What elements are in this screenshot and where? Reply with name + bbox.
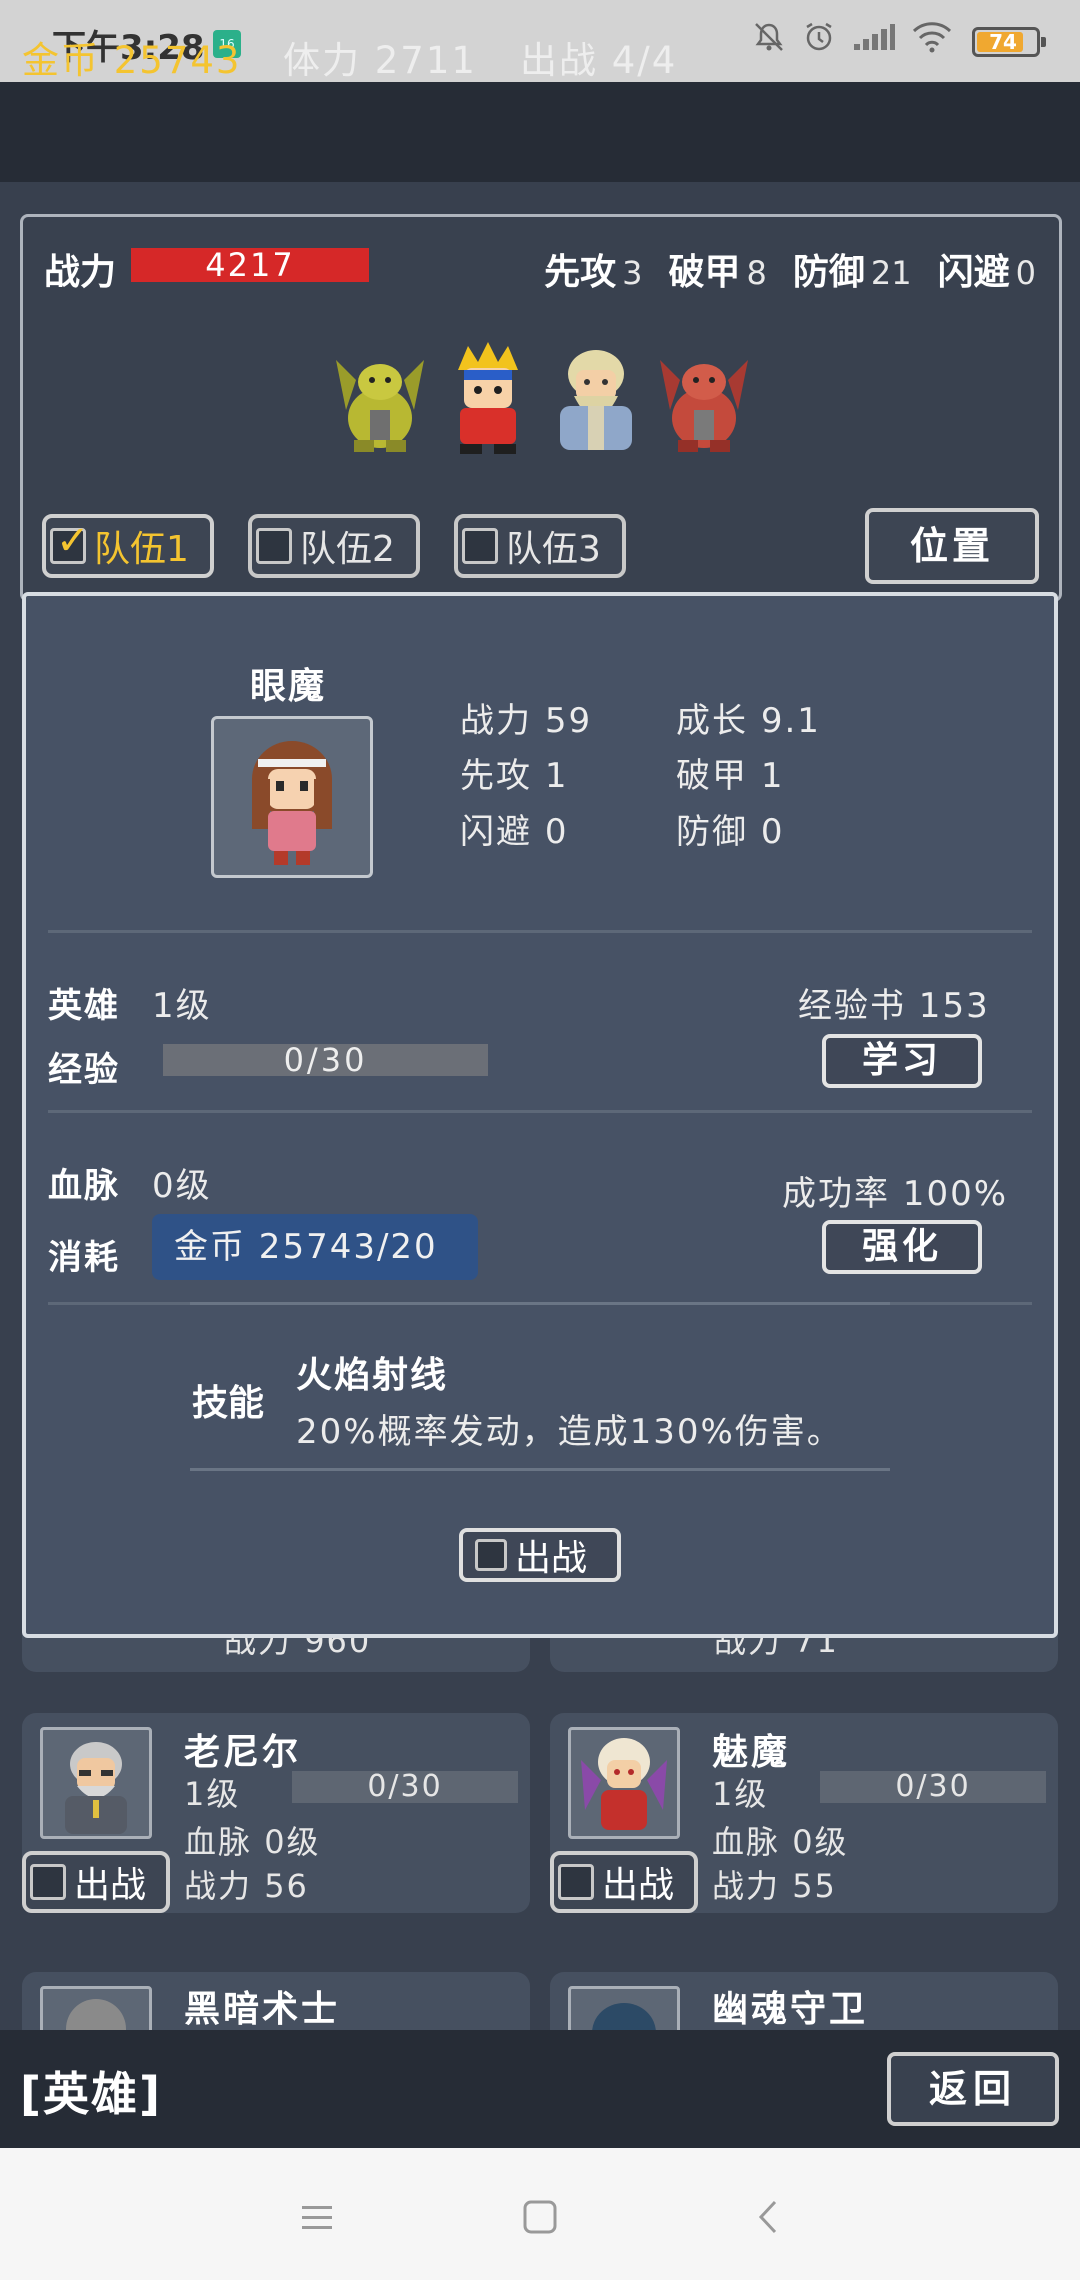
exp-book-count: 经验书 153 xyxy=(798,986,990,1026)
deploy-value: 4/4 xyxy=(611,39,678,82)
hero-bloodline-meimo: 血脉 0级 xyxy=(712,1823,849,1861)
hero-level-meimo: 1级 xyxy=(712,1775,769,1813)
bloodline-value: 0级 xyxy=(152,1166,212,1206)
stamina-counter: 体力 2711 xyxy=(283,39,477,82)
hero-detail-name: 眼魔 xyxy=(250,666,327,707)
hero-level-laonier: 1级 xyxy=(184,1775,241,1813)
skill-bottom-divider xyxy=(190,1468,890,1471)
cost-value: 金币 25743/20 xyxy=(152,1214,478,1280)
team-tab-2-label: 队伍2 xyxy=(300,529,395,570)
hero-name-laonier: 老尼尔 xyxy=(184,1732,302,1773)
cost-label: 消耗 xyxy=(48,1238,120,1278)
skill-description: 20%概率发动，造成130%伤害。 xyxy=(296,1412,843,1452)
wifi-icon xyxy=(912,21,952,64)
enhance-button[interactable]: 强化 xyxy=(822,1220,982,1274)
hero-detail-portrait xyxy=(211,716,373,878)
hero-card-youhunshouwei[interactable]: 幽魂守卫 xyxy=(550,1972,1058,2030)
gold-value: 25743 xyxy=(113,39,242,82)
hero-name-youhunshouwei: 幽魂守卫 xyxy=(712,1989,869,2030)
hero-stat-power: 战力 59 xyxy=(460,701,593,741)
divider xyxy=(48,930,1032,933)
alarm-icon xyxy=(802,20,836,65)
exp-progress-bar: 0/30 xyxy=(163,1044,488,1076)
team-tab-1-label: 队伍1 xyxy=(94,529,189,570)
back-icon[interactable] xyxy=(743,2192,793,2242)
team-stat-defense: 防御 21 xyxy=(792,252,912,293)
red-dragon-sprite[interactable] xyxy=(650,340,758,458)
status-icons: 74 xyxy=(752,20,1046,65)
position-button[interactable]: 位置 xyxy=(865,508,1039,584)
deploy-counter: 出战 4/4 xyxy=(520,39,678,82)
page-title: [英雄] xyxy=(20,2067,163,2121)
hero-exp-bar-meimo: 0/30 xyxy=(820,1771,1046,1803)
team-tab-3[interactable]: 队伍3 xyxy=(454,514,626,578)
skill-label: 技能 xyxy=(192,1383,265,1424)
ninja-sprite[interactable] xyxy=(434,340,542,458)
hero-name-meimo: 魅魔 xyxy=(712,1732,791,1773)
resource-bar xyxy=(0,82,1080,182)
gold-counter: 金币 25743 xyxy=(22,39,242,82)
team-stat-dodge: 闪避 0 xyxy=(937,252,1036,293)
hero-card-laonier[interactable]: 老尼尔 1级 0/30 血脉 0级 战力 56 出战 xyxy=(22,1713,530,1913)
deploy-toggle-laonier[interactable]: 出战 xyxy=(22,1851,170,1913)
team-lineup xyxy=(326,340,758,458)
skill-top-divider xyxy=(190,1302,890,1305)
team-tab-2[interactable]: 队伍2 xyxy=(248,514,420,578)
team-2-checkbox[interactable] xyxy=(256,528,292,564)
hero-deploy-label: 出战 xyxy=(515,1538,588,1579)
team-power-bar: 4217 xyxy=(131,248,369,282)
stamina-value: 2711 xyxy=(374,39,477,82)
hero-card-heianshushi[interactable]: 黑暗术士 xyxy=(22,1972,530,2030)
team-stats: 先攻 3 破甲 8 防御 21 闪避 0 xyxy=(544,243,1036,295)
deploy-checkbox-meimo[interactable] xyxy=(558,1864,594,1900)
signal-icon xyxy=(852,22,896,63)
team-power-label: 战力 xyxy=(44,252,117,293)
hero-level-value: 1级 xyxy=(152,986,212,1026)
team-stat-initiative: 先攻 3 xyxy=(544,252,643,293)
team-tab-1[interactable]: ✓ 队伍1 xyxy=(42,514,214,578)
divider xyxy=(48,1110,1032,1113)
hero-deploy-toggle[interactable]: 出战 xyxy=(459,1528,621,1582)
old-sage-sprite[interactable] xyxy=(542,340,650,458)
battery-level: 74 xyxy=(989,30,1017,54)
green-dragon-sprite[interactable] xyxy=(326,340,434,458)
hero-bloodline-laonier: 血脉 0级 xyxy=(184,1823,321,1861)
hero-portrait-meimo xyxy=(568,1727,680,1839)
hero-card-meimo[interactable]: 魅魔 1级 0/30 血脉 0级 战力 55 出战 xyxy=(550,1713,1058,1913)
deploy-toggle-meimo[interactable]: 出战 xyxy=(550,1851,698,1913)
home-icon[interactable] xyxy=(515,2192,565,2242)
back-button[interactable]: 返回 xyxy=(887,2052,1059,2126)
menu-icon[interactable] xyxy=(292,2192,342,2242)
hero-portrait-laonier xyxy=(40,1727,152,1839)
learn-button[interactable]: 学习 xyxy=(822,1034,982,1088)
hero-power-meimo: 战力 55 xyxy=(712,1867,837,1905)
hero-power-laonier: 战力 56 xyxy=(184,1867,309,1905)
team-tab-3-label: 队伍3 xyxy=(506,529,601,570)
exp-label: 经验 xyxy=(48,1050,120,1090)
hero-level-label: 英雄 xyxy=(48,986,120,1026)
hero-stat-defense: 防御 0 xyxy=(676,812,785,852)
hero-exp-bar-laonier: 0/30 xyxy=(292,1771,518,1803)
hero-name-heianshushi: 黑暗术士 xyxy=(184,1989,341,2030)
hero-portrait-heianshushi xyxy=(40,1986,152,2030)
hero-deploy-checkbox[interactable] xyxy=(475,1539,507,1571)
checkmark-icon: ✓ xyxy=(56,518,90,564)
deploy-checkbox-laonier[interactable] xyxy=(30,1864,66,1900)
mute-bell-icon xyxy=(752,20,786,65)
hero-stat-initiative: 先攻 1 xyxy=(460,756,569,796)
hero-stat-growth: 成长 9.1 xyxy=(676,701,821,741)
hero-portrait-youhunshouwei xyxy=(568,1986,680,2030)
team-3-checkbox[interactable] xyxy=(462,528,498,564)
hero-stat-dodge: 闪避 0 xyxy=(460,812,569,852)
battery-icon: 74 xyxy=(972,27,1046,57)
hero-stat-armor-break: 破甲 1 xyxy=(676,756,785,796)
bloodline-label: 血脉 xyxy=(48,1166,120,1206)
success-rate: 成功率 100% xyxy=(782,1174,1009,1214)
skill-name: 火焰射线 xyxy=(296,1355,449,1396)
team-stat-armor-break: 破甲 8 xyxy=(668,252,767,293)
team-1-checkbox[interactable]: ✓ xyxy=(50,521,90,564)
